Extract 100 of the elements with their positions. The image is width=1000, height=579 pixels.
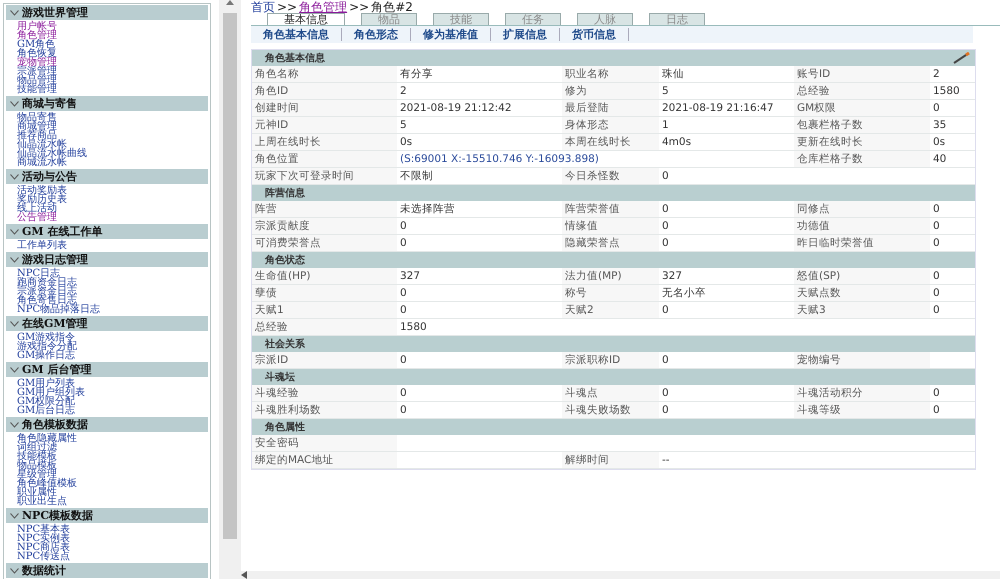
section-title: 社会关系 (265, 338, 305, 351)
field-label: 解绑时间 (562, 452, 659, 468)
sidebar-link[interactable]: 技能模板 (17, 452, 57, 461)
chevron-down-icon (10, 100, 19, 106)
sidebar-link[interactable]: GM游戏指令 (17, 333, 76, 342)
sidebar-section-header[interactable]: GM 在线工作单 (6, 224, 208, 239)
sidebar-link[interactable]: 角色隐藏属性 (17, 434, 77, 443)
scroll-thumb[interactable] (223, 13, 237, 539)
chevron-down-icon (10, 366, 19, 372)
sidebar-section-header[interactable]: 活动与公告 (6, 169, 208, 184)
breadcrumb-separator[interactable]: >> (349, 1, 370, 13)
sidebar-link[interactable]: NPC物品掉落日志 (17, 305, 100, 314)
field-label: 隐藏荣誉点 (562, 235, 659, 251)
field-label: 角色ID (252, 83, 397, 99)
subtab-link[interactable]: 货币信息 (560, 28, 629, 41)
sidebar-link[interactable]: 角色寄售日志 (17, 296, 77, 305)
sidebar-link[interactable]: 角色恢复 (17, 49, 57, 58)
field-label: 怒值(SP) (794, 268, 930, 284)
sidebar-section-header[interactable]: 商城与寄售 (6, 96, 208, 111)
sidebar-link[interactable]: 商城管理 (17, 122, 57, 131)
breadcrumb-separator[interactable]: >> (277, 1, 298, 13)
sidebar-link[interactable]: 宠物管理 (17, 58, 57, 67)
sidebar-link[interactable]: 仙晶流水帐曲线 (17, 149, 87, 158)
section-title: 游戏日志管理 (22, 252, 88, 267)
sidebar-section-header[interactable]: 游戏日志管理 (6, 252, 208, 267)
field-label: 绑定的MAC地址 (252, 452, 397, 468)
sidebar-link[interactable]: 物品模板 (17, 461, 57, 470)
pencil-icon[interactable] (953, 52, 971, 64)
sidebar-link[interactable]: 词组过滤 (17, 443, 57, 452)
sidebar-link[interactable]: GM用户组列表 (17, 388, 86, 397)
sidebar-link[interactable]: GM操作日志 (17, 351, 76, 360)
sidebar-link[interactable]: 宗派资金日志 (17, 287, 77, 296)
sidebar-link[interactable]: 物品管理 (17, 76, 57, 85)
sidebar-section-header[interactable]: 游戏世界管理 (6, 5, 208, 20)
field-label: 创建时间 (252, 100, 397, 116)
sidebar-link[interactable]: 奖励历史表 (17, 195, 67, 204)
subtab-link[interactable]: 角色形态 (342, 28, 411, 41)
sidebar-link[interactable]: GM权限分配 (17, 397, 76, 406)
sidebar-link[interactable]: 宗派管理 (17, 67, 57, 76)
sidebar-link[interactable]: 跑商资金日志 (17, 278, 77, 287)
sidebar-link[interactable]: 用户帐号 (17, 22, 57, 31)
sidebar-link[interactable]: NPC商店表 (17, 543, 70, 552)
subtab-link[interactable]: 角色基本信息 (251, 28, 342, 41)
sidebar-link[interactable]: NPC基本表 (17, 525, 70, 534)
sidebar-link[interactable]: NPC传送点 (17, 552, 70, 561)
section-title: GM 后台管理 (22, 362, 92, 377)
field-label: 元神ID (252, 117, 397, 133)
section-title: NPC模板数据 (22, 508, 94, 523)
field-label: 身体形态 (562, 117, 659, 133)
breadcrumb-link[interactable]: 首页 (251, 1, 275, 13)
horizontal-scrollbar[interactable] (241, 571, 1000, 579)
sidebar-link[interactable]: 角色管理 (17, 31, 57, 40)
sidebar-link[interactable]: NPC日志 (17, 269, 60, 278)
field-label: 斗魂点 (562, 385, 659, 401)
sidebar-link[interactable]: 线上活动 (17, 204, 57, 213)
sidebar-section-header[interactable]: GM 后台管理 (6, 362, 208, 377)
field-label: 角色位置 (252, 151, 397, 167)
field-label: 称号 (562, 285, 659, 301)
sidebar-section-header[interactable]: 在线GM管理 (6, 316, 208, 331)
section-title: 游戏世界管理 (22, 5, 88, 20)
scrollbar[interactable] (219, 0, 241, 579)
sidebar-link[interactable]: GM后台日志 (17, 406, 76, 415)
sidebar-link[interactable]: 推荐商品 (17, 131, 57, 140)
sidebar-link[interactable]: 职业出生点 (17, 497, 67, 506)
sidebar-link[interactable]: 工作单列表 (17, 241, 67, 250)
field-label: 最后登陆 (562, 100, 659, 116)
field-label: 情缘值 (562, 218, 659, 234)
sidebar-link[interactable]: 技能管理 (17, 85, 57, 94)
sidebar-link[interactable]: 职业属性 (17, 488, 57, 497)
field-label: 玩家下次可登录时间 (252, 168, 397, 184)
field-label: 斗魂经验 (252, 385, 397, 401)
field-label: 宗派ID (252, 352, 397, 368)
sidebar-link[interactable]: 星级管理 (17, 470, 57, 479)
field-label: 仓库栏格子数 (794, 151, 930, 167)
tab[interactable]: 基本信息 (267, 13, 345, 25)
sidebar-link[interactable]: 物品寄售 (17, 113, 57, 122)
breadcrumb-link[interactable]: 角色管理 (299, 1, 348, 13)
field-label: 总经验 (252, 319, 397, 335)
sidebar-link[interactable]: 仙晶流水帐 (17, 140, 67, 149)
field-label: GM权限 (794, 100, 930, 116)
sidebar-link[interactable]: 商城流水帐 (17, 158, 67, 167)
sidebar-link[interactable]: 公告管理 (17, 213, 57, 222)
sidebar-link[interactable]: 活动奖励表 (17, 186, 67, 195)
field-label: 安全密码 (252, 435, 397, 451)
sidebar-link[interactable]: 游戏指令分配 (17, 342, 77, 351)
field-label: 总经验 (794, 83, 930, 99)
sidebar-section-header[interactable]: 角色模板数据 (6, 417, 208, 432)
breadcrumb-current[interactable]: 角色#2 (371, 1, 413, 13)
sidebar-link[interactable]: 角色峰值模板 (17, 479, 77, 488)
field-label: 上周在线时长 (252, 134, 397, 150)
sidebar-link[interactable]: GM用户列表 (17, 379, 76, 388)
sidebar-link[interactable]: NPC实例表 (17, 534, 70, 543)
field-label: 同修点 (794, 201, 930, 217)
subtab-link[interactable]: 修为基准值 (411, 28, 491, 41)
subtab-link[interactable]: 扩展信息 (491, 28, 560, 41)
sidebar-section-header[interactable]: NPC模板数据 (6, 508, 208, 523)
sidebar-link[interactable]: GM角色 (17, 40, 56, 49)
section-title: 在线GM管理 (22, 316, 88, 331)
field-label: 孽债 (252, 285, 397, 301)
sidebar-section-header[interactable]: 数据统计 (6, 563, 208, 578)
